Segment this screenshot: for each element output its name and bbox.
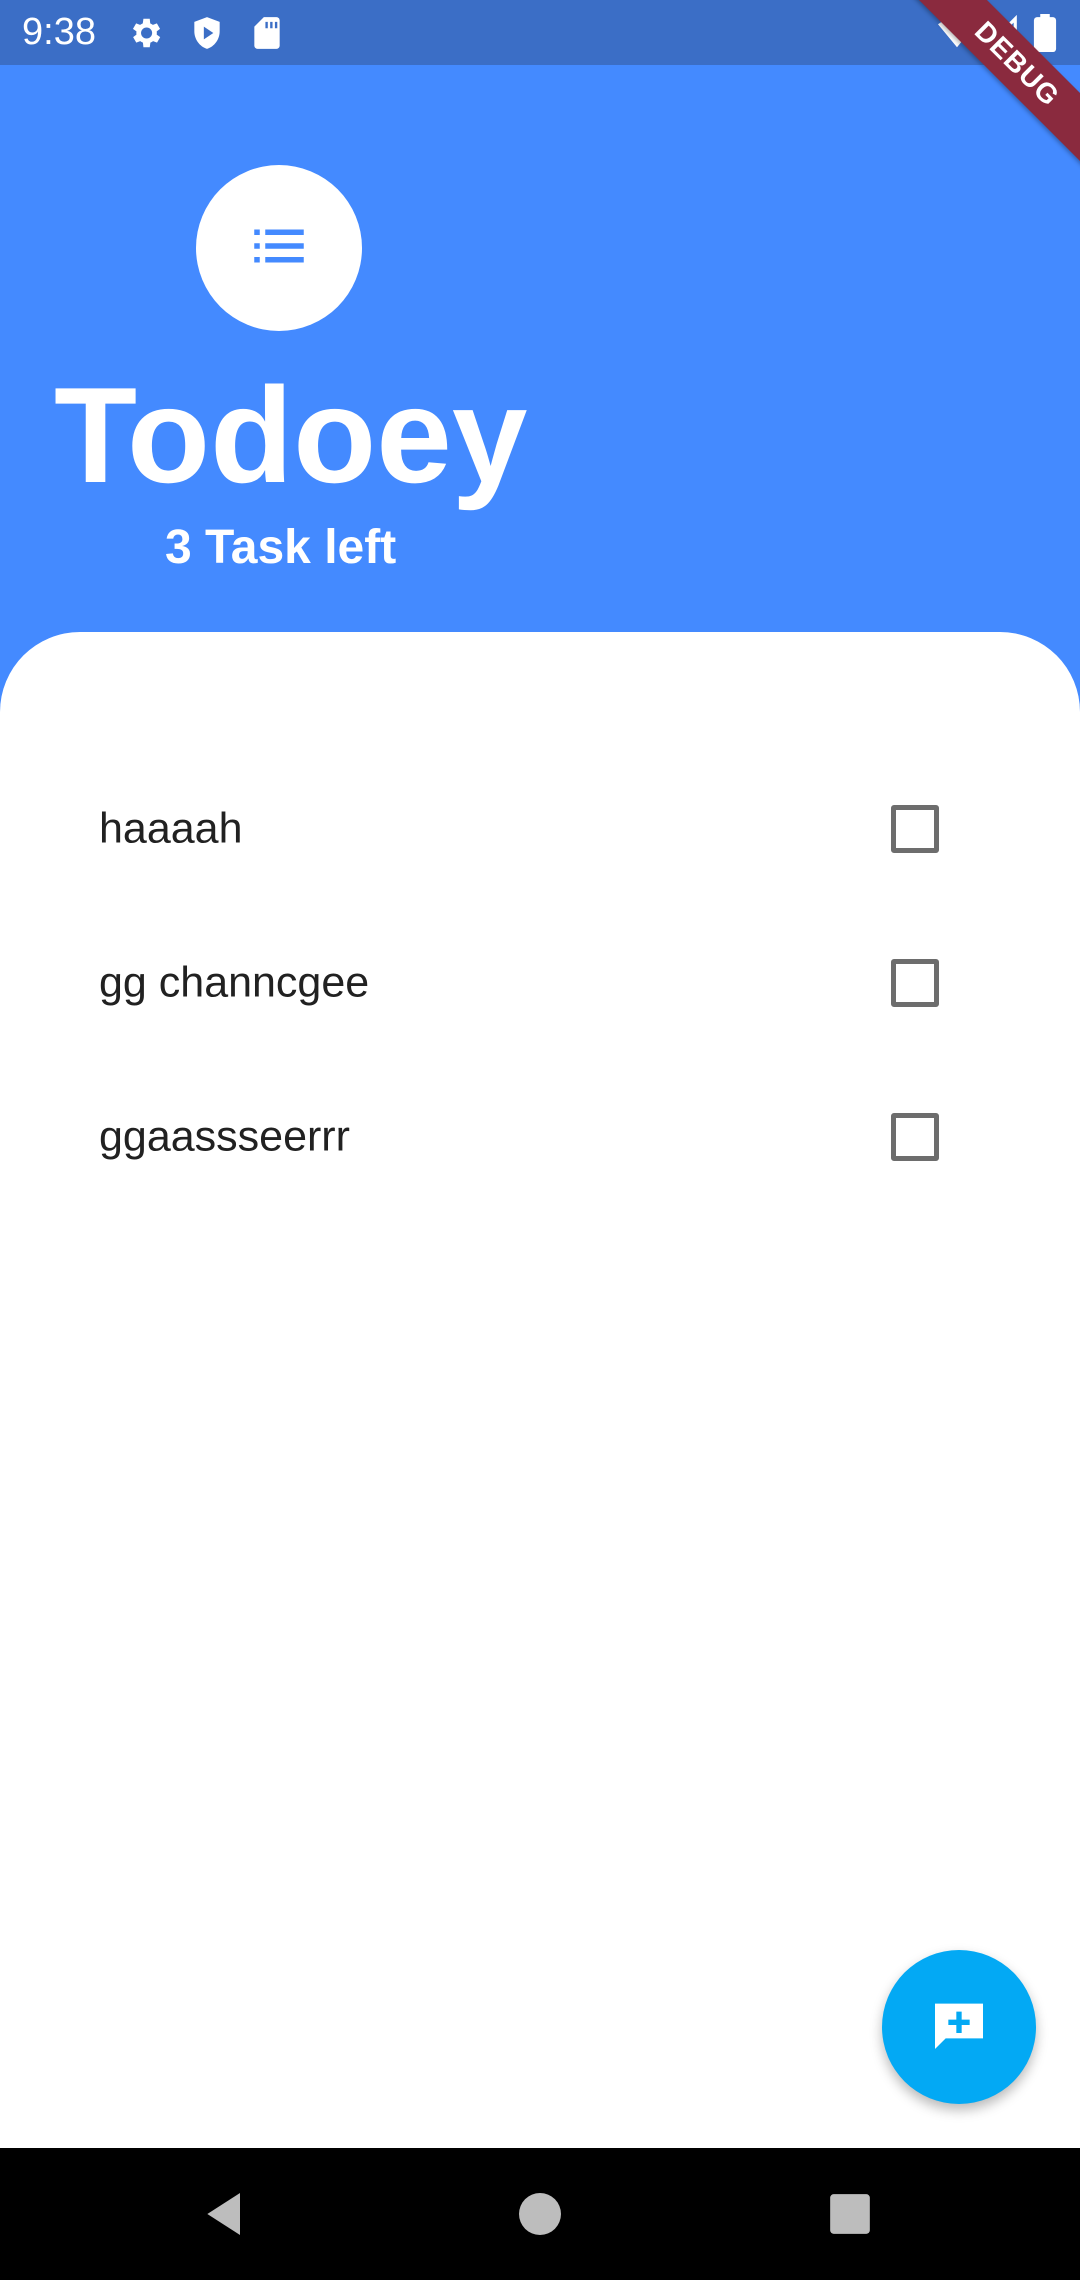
recents-icon[interactable]: [822, 2186, 878, 2242]
navigation-bar: [0, 2148, 1080, 2280]
settings-icon: [126, 14, 164, 52]
task-row[interactable]: ggaassseerrr: [0, 1060, 1080, 1214]
home-icon[interactable]: [512, 2186, 568, 2242]
task-row[interactable]: gg channcgee: [0, 906, 1080, 1060]
task-title: haaaah: [99, 804, 243, 853]
battery-icon: [1030, 14, 1060, 52]
app-title: Todoey: [54, 359, 528, 511]
task-title: gg channcgee: [99, 958, 370, 1007]
add-comment-icon: [927, 1993, 991, 2062]
task-list-card: haaaah gg channcgee ggaassseerrr: [0, 632, 1080, 2148]
back-icon[interactable]: [198, 2186, 254, 2242]
status-bar: 9:38: [0, 0, 1080, 65]
sd-card-icon: [248, 14, 286, 52]
list-icon: [246, 213, 312, 284]
list-avatar: [196, 165, 362, 331]
play-protect-icon: [188, 14, 226, 52]
status-time: 9:38: [22, 11, 96, 53]
task-checkbox[interactable]: [891, 959, 939, 1007]
app-screen: 9:38 DEBUG Todoey 3 Task left haaaah gg …: [0, 0, 1080, 2280]
task-title: ggaassseerrr: [99, 1112, 350, 1161]
add-task-button[interactable]: [882, 1950, 1036, 2104]
task-checkbox[interactable]: [891, 1113, 939, 1161]
task-checkbox[interactable]: [891, 805, 939, 853]
task-row[interactable]: haaaah: [0, 752, 1080, 906]
tasks-left-count: 3 Task left: [165, 521, 397, 574]
